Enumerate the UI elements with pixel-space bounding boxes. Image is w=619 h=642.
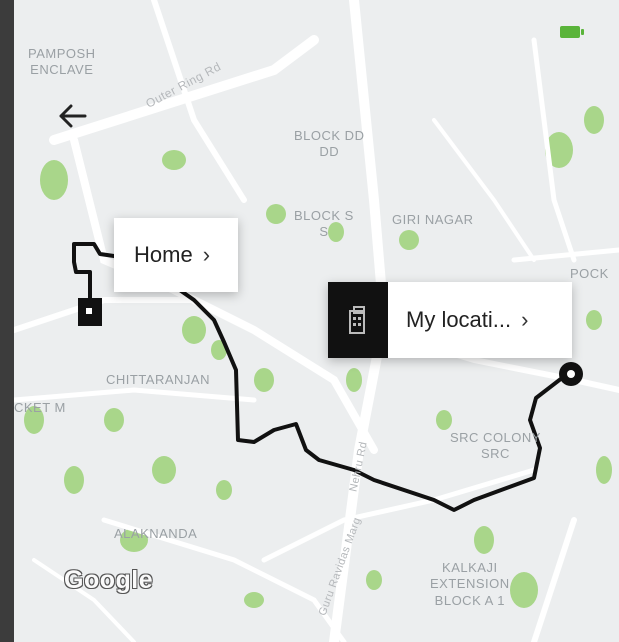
arrow-left-icon <box>59 104 87 128</box>
home-callout-label: Home <box>134 242 193 267</box>
area-label-pocket-m: CKET M <box>14 400 66 415</box>
battery-icon <box>560 26 584 38</box>
area-label-chittaranjan: CHITTARANJAN <box>106 372 210 387</box>
area-label-kalkaji: KALKAJI EXTENSION BLOCK A 1 <box>430 560 510 608</box>
back-button[interactable] <box>52 96 92 136</box>
area-label-src-colony: SRC COLONY SRC <box>450 430 541 462</box>
chevron-right-icon: › <box>521 307 529 332</box>
chevron-right-icon: › <box>202 242 211 267</box>
area-label-pocket: POCK <box>570 266 609 281</box>
area-label-giri-nagar: GIRI NAGAR <box>392 212 474 227</box>
building-icon <box>349 306 365 334</box>
app-frame: Outer Ring Rd Nehru Rd Guru Ravidas Marg… <box>0 0 619 642</box>
map-view[interactable]: Outer Ring Rd Nehru Rd Guru Ravidas Marg… <box>14 0 619 642</box>
area-label-pamposh: PAMPOSH ENCLAVE <box>28 46 96 78</box>
google-logo: Google <box>64 566 154 594</box>
area-label-alaknanda: ALAKNANDA <box>114 526 198 541</box>
home-callout[interactable]: Home › <box>114 218 238 292</box>
status-bar <box>254 12 614 52</box>
area-label-block-dd: BLOCK DD DD <box>294 128 365 160</box>
area-label-block-s: BLOCK S S <box>294 208 354 240</box>
my-location-callout[interactable]: My locati... › <box>328 282 572 358</box>
building-icon-box <box>328 282 388 358</box>
my-location-callout-label: My locati... <box>406 307 512 332</box>
window-edge <box>0 0 14 642</box>
